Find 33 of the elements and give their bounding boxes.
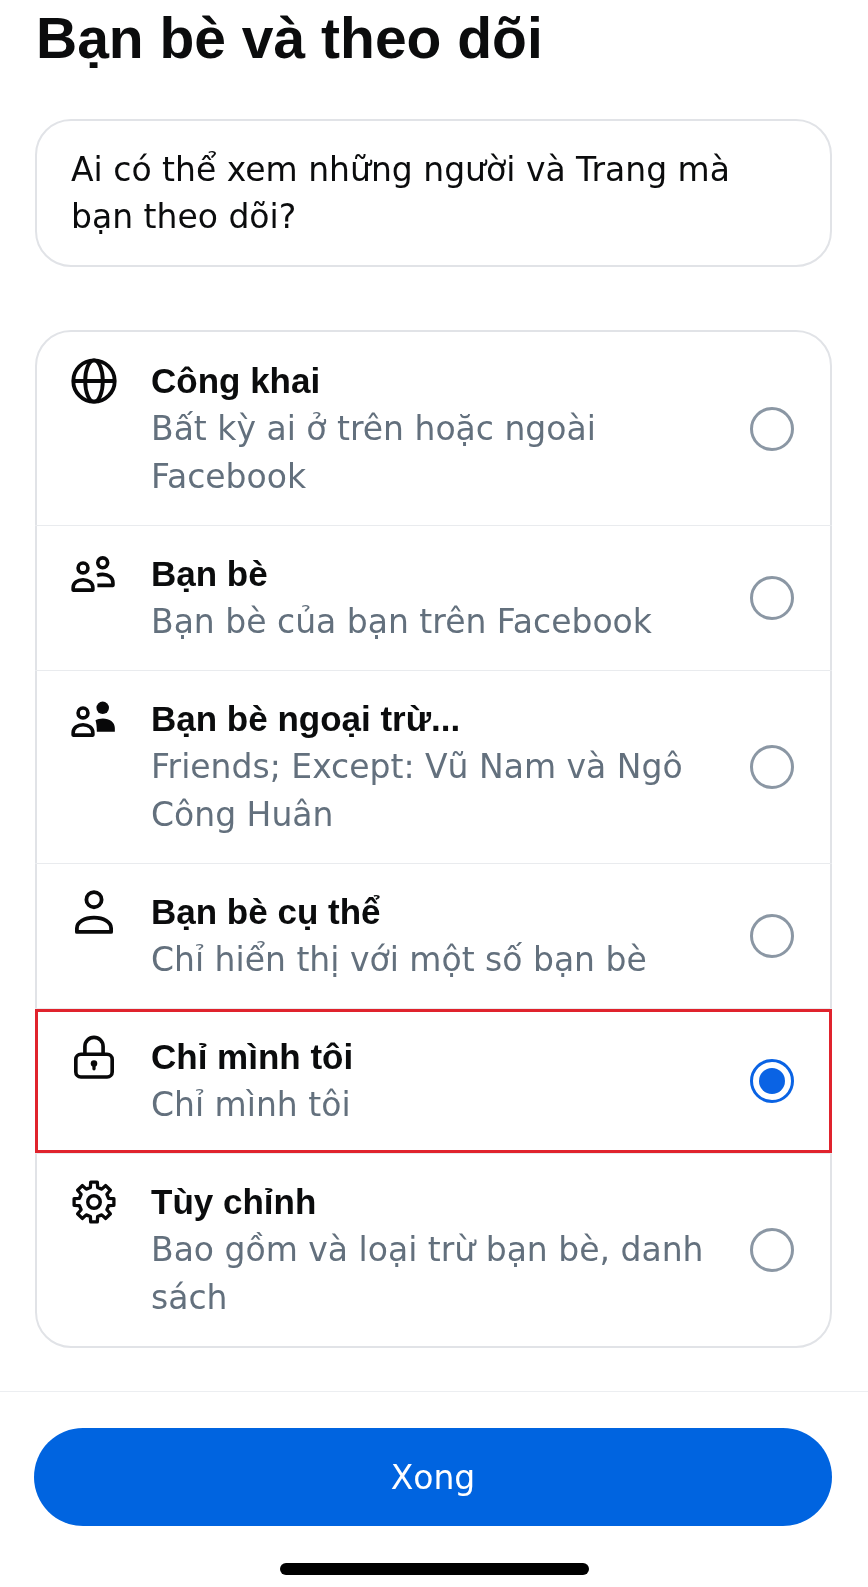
radio-button[interactable] bbox=[750, 1059, 794, 1103]
page-title: Bạn bè và theo dõi bbox=[36, 5, 543, 71]
question-text: Ai có thể xem những người và Trang mà bạn theo dõi? bbox=[71, 149, 731, 238]
people-icon bbox=[71, 556, 117, 592]
option-title: Bạn bè ngoại trừ... bbox=[151, 698, 461, 740]
privacy-option[interactable]: Công khai Bất kỳ ai ở trên hoặc ngoài Facebook bbox=[35, 332, 832, 525]
option-title: Chỉ mình tôi bbox=[151, 1036, 354, 1078]
done-button[interactable]: Xong bbox=[34, 1428, 832, 1526]
option-description: Bất kỳ ai ở trên hoặc ngoài Facebook bbox=[151, 408, 597, 498]
radio-button[interactable] bbox=[750, 1228, 794, 1272]
radio-button[interactable] bbox=[750, 576, 794, 620]
globe-icon bbox=[71, 358, 117, 404]
option-description: Bạn bè của bạn trên Facebook bbox=[151, 601, 652, 643]
people-icon bbox=[71, 701, 117, 737]
radio-button[interactable] bbox=[750, 407, 794, 451]
person-icon bbox=[75, 890, 113, 934]
option-title: Bạn bè bbox=[151, 553, 268, 595]
gear-icon bbox=[72, 1180, 116, 1224]
radio-button[interactable] bbox=[750, 745, 794, 789]
privacy-option[interactable]: Chỉ mình tôi Chỉ mình tôi bbox=[35, 1008, 832, 1153]
option-description: Friends; Except: Vũ Nam và Ngô Công Huân bbox=[151, 746, 684, 836]
lock-icon bbox=[74, 1035, 114, 1079]
option-description: Chỉ mình tôi bbox=[151, 1084, 351, 1126]
option-title: Tùy chỉnh bbox=[151, 1181, 317, 1223]
privacy-option[interactable]: Tùy chỉnh Bao gồm và loại trừ bạn bè, danh sách bbox=[35, 1153, 832, 1346]
option-description: Bao gồm và loại trừ bạn bè, danh sách bbox=[151, 1229, 705, 1319]
option-title: Bạn bè cụ thể bbox=[151, 891, 381, 933]
option-description: Chỉ hiển thị với một số bạn bè bbox=[151, 939, 647, 981]
privacy-option[interactable]: Bạn bè ngoại trừ... Friends; Except: Vũ Nam và Ngô Công Huân bbox=[35, 670, 832, 863]
radio-button[interactable] bbox=[750, 914, 794, 958]
privacy-option[interactable]: Bạn bè cụ thể Chỉ hiển thị với một số bạn bè bbox=[35, 863, 832, 1008]
privacy-option[interactable]: Bạn bè Bạn bè của bạn trên Facebook bbox=[35, 525, 832, 670]
option-title: Công khai bbox=[151, 360, 321, 402]
